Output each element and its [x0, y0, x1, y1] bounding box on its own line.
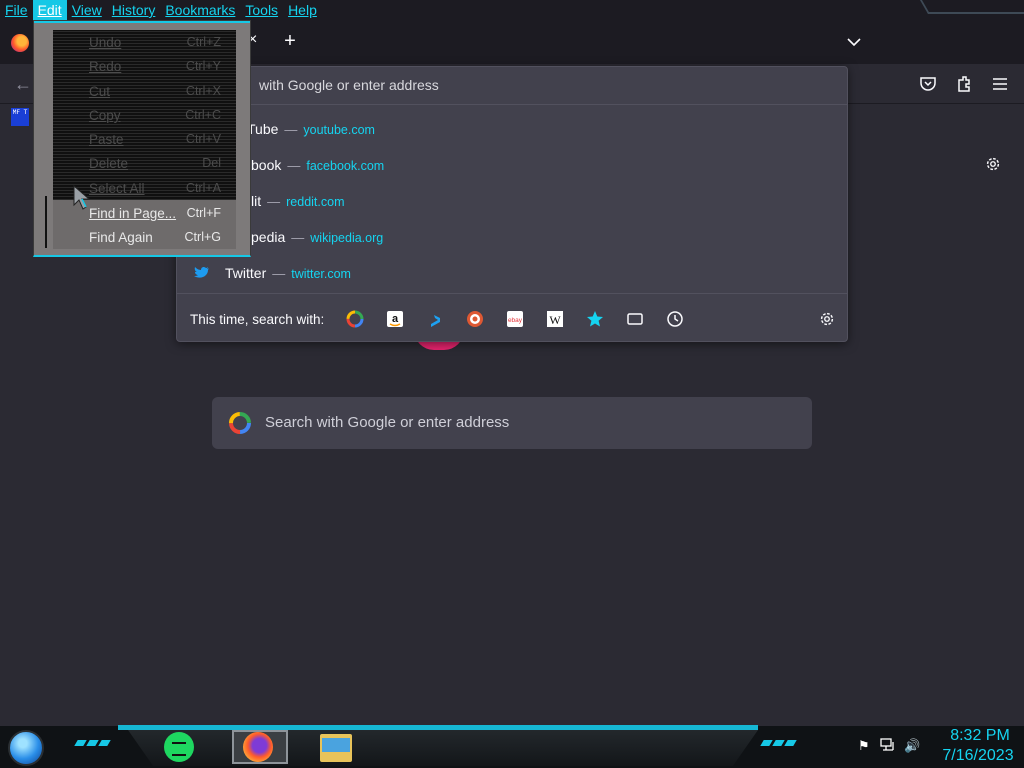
menu-item-select-all[interactable]: Select All Ctrl+A [89, 181, 229, 201]
suggestion-url: wikipedia.org [310, 231, 384, 245]
menu-item-undo[interactable]: Undo Ctrl+Z [89, 35, 229, 55]
menu-edit[interactable]: Edit [32, 0, 67, 20]
menu-item-copy[interactable]: Copy Ctrl+C [89, 108, 229, 128]
menu-tools[interactable]: Tools [240, 0, 283, 20]
history-icon[interactable] [666, 310, 684, 328]
hamburger-menu-icon[interactable] [990, 74, 1010, 94]
suggestion-title: Tube [247, 121, 279, 137]
newtab-search-placeholder: Search with Google or enter address [265, 414, 510, 431]
suggestion-title: lit [251, 193, 262, 209]
taskbar-decoration [760, 740, 797, 748]
pocket-icon[interactable] [918, 74, 938, 94]
wikipedia-icon[interactable]: W [546, 310, 564, 328]
firefox-tab-icon[interactable] [11, 34, 29, 52]
suggestion-url: twitter.com [291, 267, 351, 281]
gear-icon[interactable] [984, 155, 1002, 173]
suggestion-title: Twitter [225, 265, 267, 281]
menu-item-delete[interactable]: Delete Del [89, 156, 229, 176]
taskbar-center-panel [128, 730, 758, 766]
clock-date[interactable]: 7/16/2023 [934, 747, 1022, 765]
spotify-icon[interactable] [164, 732, 194, 762]
svg-text:W: W [549, 313, 561, 327]
twitter-icon [194, 266, 209, 278]
suggestion-url: reddit.com [286, 195, 345, 209]
menu-item-paste[interactable]: Paste Ctrl+V [89, 132, 229, 152]
suggestion-url: facebook.com [306, 159, 385, 173]
start-button[interactable] [8, 730, 44, 766]
back-arrow-icon[interactable]: ← [14, 74, 34, 94]
edit-menu-dropdown: Undo Ctrl+Z Redo Ctrl+Y Cut Ctrl+X Copy … [33, 20, 251, 257]
search-settings-gear-icon[interactable] [818, 310, 836, 328]
flag-icon[interactable]: ⚑ [858, 738, 874, 753]
window-decoration [919, 0, 1024, 14]
taskbar-accent-stripe [118, 725, 758, 730]
svg-text:a: a [392, 313, 399, 325]
mouse-cursor-icon [73, 185, 91, 210]
newtab-search-box[interactable]: Search with Google or enter address [212, 397, 812, 449]
google-icon [229, 412, 251, 434]
volume-icon[interactable]: 🔊 [904, 738, 920, 753]
menu-item-find-in-page[interactable]: Find in Page... Ctrl+F [89, 206, 229, 226]
network-icon[interactable] [880, 738, 896, 752]
suggestion-title: pedia [251, 229, 286, 245]
menu-separator-bar [45, 196, 47, 248]
duckduckgo-icon[interactable] [466, 310, 484, 328]
suggestion-row[interactable]: book — facebook.com [177, 147, 847, 183]
amazon-icon[interactable]: a [386, 310, 404, 328]
search-with-label: This time, search with: [190, 312, 325, 327]
menu-item-redo[interactable]: Redo Ctrl+Y [89, 59, 229, 79]
taskbar-decoration [74, 740, 111, 748]
new-tab-button[interactable]: + [280, 31, 300, 51]
menu-history[interactable]: History [107, 0, 161, 20]
file-explorer-icon[interactable] [320, 734, 352, 762]
menu-file[interactable]: File [0, 0, 33, 20]
suggestion-row[interactable]: Twitter — twitter.com [177, 255, 847, 291]
menu-view[interactable]: View [67, 0, 107, 20]
suggestion-url: youtube.com [303, 123, 375, 137]
svg-text:ebay: ebay [508, 317, 523, 324]
menu-item-cut[interactable]: Cut Ctrl+X [89, 84, 229, 104]
suggestion-row[interactable]: pedia — wikipedia.org [177, 219, 847, 255]
suggestion-title: book [251, 157, 282, 173]
ebay-icon[interactable]: ebay [506, 310, 524, 328]
firefox-icon[interactable] [243, 732, 273, 762]
url-suggestions-panel: with Google or enter address Tube — youtub… [176, 66, 848, 342]
clock-time[interactable]: 8:32 PM [940, 727, 1020, 745]
bookmark-favicon[interactable]: MF T [11, 108, 29, 126]
google-icon[interactable] [346, 310, 364, 328]
suggestion-row[interactable]: lit — reddit.com [177, 183, 847, 219]
chevron-down-icon[interactable] [846, 34, 862, 50]
extensions-icon[interactable] [954, 74, 974, 94]
menu-bar: File Edit View History Bookmarks Tools H… [0, 0, 1024, 20]
bing-icon[interactable] [426, 310, 444, 328]
one-off-search-bar: This time, search with: a ebay W [177, 293, 847, 341]
url-input[interactable]: with Google or enter address [177, 67, 847, 105]
menu-item-find-again[interactable]: Find Again Ctrl+G [89, 230, 229, 250]
url-input-text: with Google or enter address [259, 77, 439, 93]
menu-help[interactable]: Help [283, 0, 322, 20]
bookmarks-star-icon[interactable] [586, 310, 604, 328]
tabs-icon[interactable] [626, 310, 644, 328]
menu-bookmarks[interactable]: Bookmarks [160, 0, 240, 20]
suggestion-row[interactable]: Tube — youtube.com [177, 111, 847, 147]
